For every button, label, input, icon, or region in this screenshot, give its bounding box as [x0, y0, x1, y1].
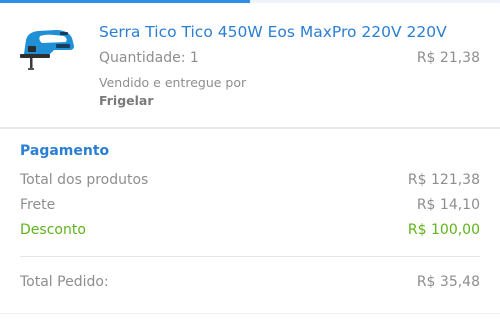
product-quantity: Quantidade: 1: [99, 50, 199, 66]
product-name-link[interactable]: Serra Tico Tico 450W Eos MaxPro 220V 220…: [99, 23, 447, 41]
total-divider: [20, 256, 480, 257]
bottom-divider: [0, 313, 500, 314]
jigsaw-icon: [20, 30, 74, 70]
shipping-value: R$ 14,10: [416, 197, 480, 213]
loading-progress-bar: [0, 0, 500, 3]
loading-progress-fill: [0, 0, 250, 3]
products-total-value: R$ 121,38: [407, 172, 480, 188]
seller-label: Vendido e entregue por: [99, 75, 247, 90]
section-divider: [0, 127, 500, 129]
order-total-label: Total Pedido:: [20, 274, 109, 290]
seller-name: Frigelar: [99, 93, 154, 108]
order-total-value: R$ 35,48: [416, 274, 480, 290]
shipping-label: Frete: [20, 197, 56, 213]
product-price: R$ 21,38: [416, 50, 480, 66]
payment-title: Pagamento: [20, 143, 110, 159]
order-summary-screen: Serra Tico Tico 450W Eos MaxPro 220V 220…: [0, 0, 500, 333]
discount-value: R$ 100,00: [407, 222, 480, 238]
discount-label: Desconto: [20, 222, 86, 238]
products-total-label: Total dos produtos: [20, 172, 149, 188]
